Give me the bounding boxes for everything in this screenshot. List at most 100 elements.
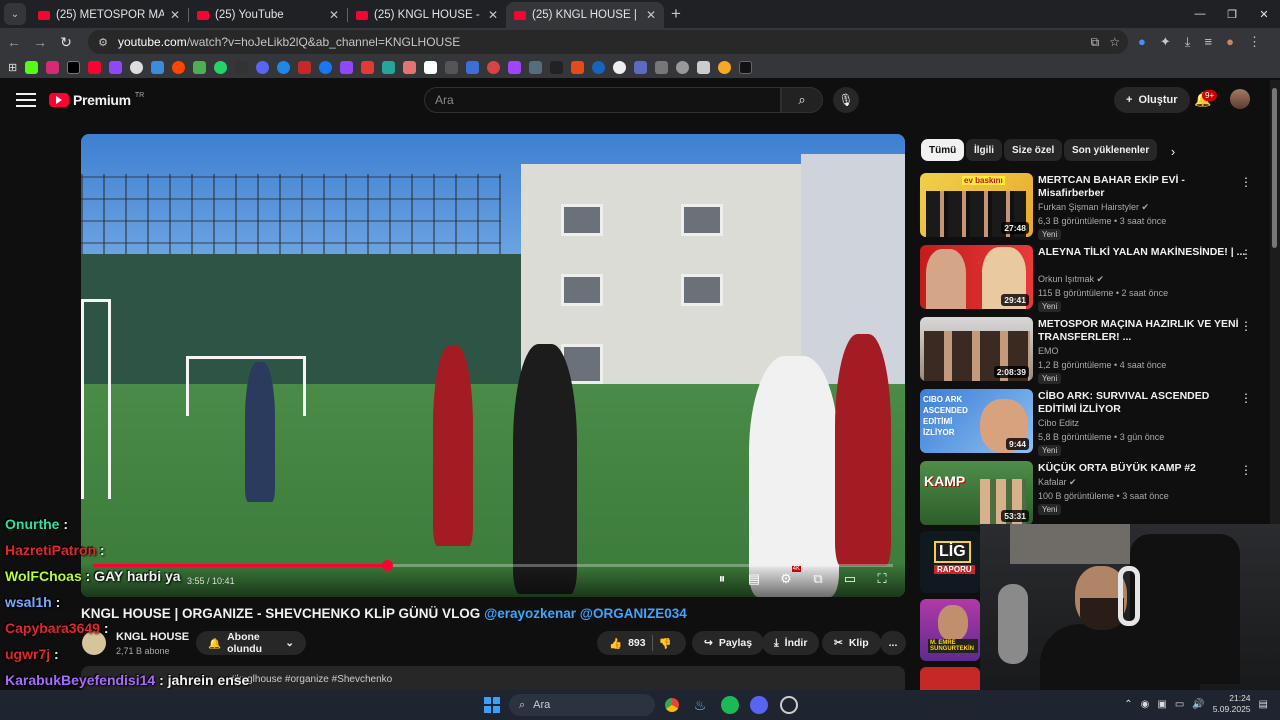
like-dislike-button[interactable]: 👍 893 👎 bbox=[597, 631, 686, 655]
notification-center-icon[interactable]: ▤ bbox=[1259, 699, 1268, 710]
reload-icon[interactable]: ↻ bbox=[54, 30, 78, 54]
scrollbar-thumb[interactable] bbox=[1272, 88, 1277, 248]
new-tab-icon[interactable]: + bbox=[664, 2, 688, 26]
like-icon[interactable]: 👍 bbox=[609, 637, 622, 650]
channel-name[interactable]: Furkan Şişman Hairstyler ✔ bbox=[1038, 202, 1149, 213]
close-window-icon[interactable]: ✕ bbox=[1248, 0, 1280, 28]
bookmark-icon[interactable] bbox=[130, 60, 144, 74]
taskbar-clock[interactable]: 21:24 5.09.2025 bbox=[1213, 693, 1251, 715]
bookmark-youtube-icon[interactable] bbox=[88, 60, 102, 74]
bookmark-icon[interactable] bbox=[403, 60, 417, 74]
video-thumbnail[interactable]: 29:41 bbox=[920, 245, 1033, 309]
tab-3[interactable]: (25) KNGL HOUSE - YouTube ✕ bbox=[348, 2, 506, 28]
bookmark-icon[interactable] bbox=[676, 60, 690, 74]
more-options-icon[interactable]: ⋮ bbox=[1240, 175, 1252, 189]
chrome-menu-icon[interactable]: ⋮ bbox=[1248, 34, 1261, 50]
channel-name[interactable]: Orkun Işıtmak ✔ bbox=[1038, 274, 1104, 285]
bookmark-star-icon[interactable]: ☆ bbox=[1109, 35, 1120, 50]
chrome-app-icon[interactable] bbox=[663, 696, 681, 714]
video-title-tags[interactable]: @erayozkenar @ORGANIZE034 bbox=[484, 606, 687, 621]
miniplayer-icon[interactable]: ⧉ bbox=[809, 571, 827, 587]
forward-icon[interactable]: → bbox=[28, 30, 52, 54]
video-thumbnail[interactable]: M. EMRE SUNGURTEKİN bbox=[920, 599, 980, 661]
video-thumbnail[interactable] bbox=[920, 667, 980, 690]
tray-app-icon[interactable]: ▣ bbox=[1157, 699, 1166, 710]
install-app-icon[interactable]: ⧉ bbox=[1091, 35, 1100, 50]
recommendation-item[interactable]: 29:41 ALEYNA TİLKİ YALAN MAKİNESİNDE! | … bbox=[920, 245, 1260, 312]
chip-all[interactable]: Tümü bbox=[921, 139, 965, 161]
video-thumbnail[interactable]: ev baskını 27:48 bbox=[920, 173, 1033, 237]
bookmark-icon[interactable] bbox=[529, 60, 543, 74]
search-input[interactable]: Ara bbox=[424, 87, 781, 113]
bookmark-icon[interactable] bbox=[487, 60, 501, 74]
minimize-icon[interactable]: — bbox=[1184, 0, 1216, 28]
bookmark-icon[interactable] bbox=[298, 60, 312, 74]
restore-icon[interactable]: ❐ bbox=[1216, 0, 1248, 28]
video-player[interactable]: 3:55 / 10:41 ⏸ ▤ ⚙ 4K ⧉ ▭ ⛶ bbox=[81, 134, 905, 597]
bookmark-icon[interactable] bbox=[613, 60, 627, 74]
bookmark-facebook-icon[interactable] bbox=[319, 60, 333, 74]
more-actions-button[interactable]: ... bbox=[880, 631, 906, 655]
menu-icon[interactable] bbox=[16, 93, 36, 107]
close-icon[interactable]: ✕ bbox=[329, 8, 339, 22]
bookmark-icon[interactable] bbox=[109, 60, 123, 74]
microphone-icon[interactable]: 🎙 bbox=[833, 87, 859, 113]
discord-app-icon[interactable] bbox=[750, 696, 768, 714]
video-title[interactable]: CİBO ARK: SURVIVAL ASCENDED EDİTİMİ İZLİ… bbox=[1038, 390, 1248, 416]
address-bar[interactable]: ⚙ youtube.com /watch?v=hoJeLikb2lQ&ab_ch… bbox=[88, 30, 1128, 54]
site-info-icon[interactable]: ⚙ bbox=[96, 35, 110, 49]
video-thumbnail[interactable]: CIBO ARK ASCENDED EDİTİMİ İZLİYOR 9:44 bbox=[920, 389, 1033, 453]
tray-overflow-icon[interactable]: ⌃ bbox=[1124, 699, 1132, 710]
bookmark-instagram-icon[interactable] bbox=[46, 60, 60, 74]
channel-name[interactable]: EMO bbox=[1038, 346, 1059, 356]
close-icon[interactable]: ✕ bbox=[488, 8, 498, 22]
recommendation-item[interactable]: ev baskını 27:48 MERTCAN BAHAR EKİP EVİ … bbox=[920, 173, 1260, 240]
more-options-icon[interactable]: ⋮ bbox=[1240, 319, 1252, 333]
progress-scrubber[interactable] bbox=[381, 560, 393, 571]
more-options-icon[interactable]: ⋮ bbox=[1240, 247, 1252, 261]
video-title[interactable]: KÜÇÜK ORTA BÜYÜK KAMP #2 bbox=[1038, 462, 1248, 475]
bookmark-icon[interactable] bbox=[277, 60, 291, 74]
channel-name[interactable]: Kafalar ✔ bbox=[1038, 477, 1077, 488]
bookmark-icon[interactable] bbox=[739, 60, 753, 74]
more-options-icon[interactable]: ⋮ bbox=[1240, 463, 1252, 477]
download-button[interactable]: ⤓ İndir bbox=[762, 631, 820, 655]
subtitles-icon[interactable]: ▤ bbox=[745, 571, 763, 587]
subscribe-button[interactable]: 🔔 Abone olundu ⌄ bbox=[196, 631, 306, 655]
theater-mode-icon[interactable]: ▭ bbox=[841, 571, 859, 587]
autoplay-toggle-icon[interactable]: ⏸ bbox=[713, 571, 731, 587]
clip-button[interactable]: ✂ Klip bbox=[822, 631, 881, 655]
bookmark-icon[interactable] bbox=[424, 60, 438, 74]
bookmark-icon[interactable] bbox=[571, 60, 585, 74]
bookmark-whatsapp-icon[interactable] bbox=[214, 60, 228, 74]
recommendation-item[interactable]: CIBO ARK ASCENDED EDİTİMİ İZLİYOR 9:44 C… bbox=[920, 389, 1260, 456]
bookmark-icon[interactable] bbox=[445, 60, 459, 74]
channel-name[interactable]: Cibo Editz bbox=[1038, 418, 1079, 428]
account-avatar[interactable] bbox=[1230, 89, 1250, 109]
bookmark-icon[interactable] bbox=[718, 60, 732, 74]
chip-recent[interactable]: Son yüklenenler bbox=[1064, 139, 1158, 161]
bookmark-x-icon[interactable] bbox=[67, 60, 81, 74]
bookmark-icon[interactable] bbox=[256, 60, 270, 74]
back-icon[interactable]: ← bbox=[2, 30, 26, 54]
chevron-right-icon[interactable]: › bbox=[1166, 141, 1180, 161]
video-progress-bar[interactable] bbox=[93, 560, 893, 571]
reading-list-icon[interactable]: ≡ bbox=[1205, 34, 1213, 50]
bookmark-icon[interactable] bbox=[634, 60, 648, 74]
bookmark-kick-icon[interactable] bbox=[25, 60, 39, 74]
bookmark-icon[interactable] bbox=[151, 60, 165, 74]
video-title[interactable]: METOSPOR MAÇINA HAZIRLIK VE YENİ TRANSFE… bbox=[1038, 318, 1248, 344]
close-icon[interactable]: ✕ bbox=[170, 8, 180, 22]
video-thumbnail[interactable]: LİG RAPORU bbox=[920, 531, 980, 593]
extensions-puzzle-icon[interactable]: ✦ bbox=[1160, 34, 1171, 50]
bookmark-icon[interactable] bbox=[193, 60, 207, 74]
spotify-app-icon[interactable] bbox=[721, 696, 739, 714]
bookmark-icon[interactable] bbox=[655, 60, 669, 74]
profile-icon[interactable]: ● bbox=[1226, 34, 1234, 50]
create-button[interactable]: + Oluştur bbox=[1114, 87, 1190, 113]
apps-grid-icon[interactable]: ⊞ bbox=[8, 61, 17, 74]
dislike-icon[interactable]: 👎 bbox=[659, 637, 672, 650]
video-title[interactable]: ALEYNA TİLKİ YALAN MAKİNESİNDE! | ... bbox=[1038, 246, 1248, 259]
tab-4-active[interactable]: (25) KNGL HOUSE | ORGANIZE - SHE ✕ bbox=[506, 2, 664, 28]
youtube-premium-logo[interactable]: Premium TR bbox=[49, 92, 144, 108]
